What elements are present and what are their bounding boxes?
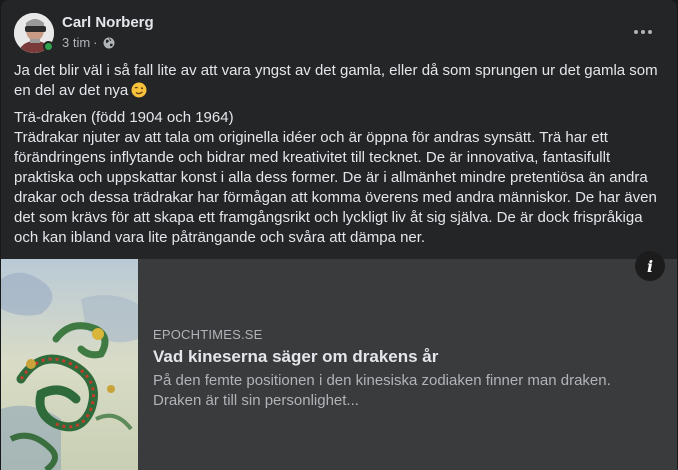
link-preview-card[interactable]: EPOCHTIMES.SE Vad kineserna säger om dra… bbox=[1, 259, 677, 470]
link-text[interactable]: EPOCHTIMES.SE Vad kineserna säger om dra… bbox=[153, 327, 653, 411]
post-paragraph-text: Trädrakar njuter av att tala om originel… bbox=[14, 129, 657, 246]
post-paragraph: Trä-draken (född 1904 och 1964) Trädrakar… bbox=[14, 108, 664, 248]
link-description: På den femte positionen i den kinesiska … bbox=[153, 372, 611, 409]
author-name[interactable]: Carl Norberg bbox=[62, 14, 154, 31]
link-domain: EPOCHTIMES.SE bbox=[153, 327, 263, 342]
link-thumbnail[interactable] bbox=[1, 259, 138, 470]
info-icon[interactable]: i bbox=[635, 251, 665, 281]
post-text: Ja det blir väl i så fall lite av att va… bbox=[14, 61, 664, 248]
post-time[interactable]: 3 tim bbox=[62, 35, 90, 50]
more-options-icon[interactable] bbox=[628, 17, 658, 47]
online-status-dot bbox=[43, 41, 54, 52]
link-title[interactable]: Vad kineserna säger om drakens år bbox=[153, 346, 653, 368]
post-meta: 3 tim · bbox=[62, 35, 115, 50]
dragon-painting-image bbox=[1, 259, 138, 470]
post-paragraph-text: Ja det blir väl i så fall lite av att va… bbox=[14, 62, 658, 99]
winking-face-icon bbox=[131, 82, 147, 98]
globe-icon[interactable] bbox=[103, 37, 115, 49]
meta-separator: · bbox=[93, 35, 98, 50]
post-card: Carl Norberg 3 tim · Ja det blir väl i s… bbox=[1, 0, 677, 470]
post-subheading: Trä-draken (född 1904 och 1964) bbox=[14, 109, 234, 126]
post-header: Carl Norberg 3 tim · bbox=[14, 13, 664, 55]
post-paragraph: Ja det blir väl i så fall lite av att va… bbox=[14, 61, 664, 101]
